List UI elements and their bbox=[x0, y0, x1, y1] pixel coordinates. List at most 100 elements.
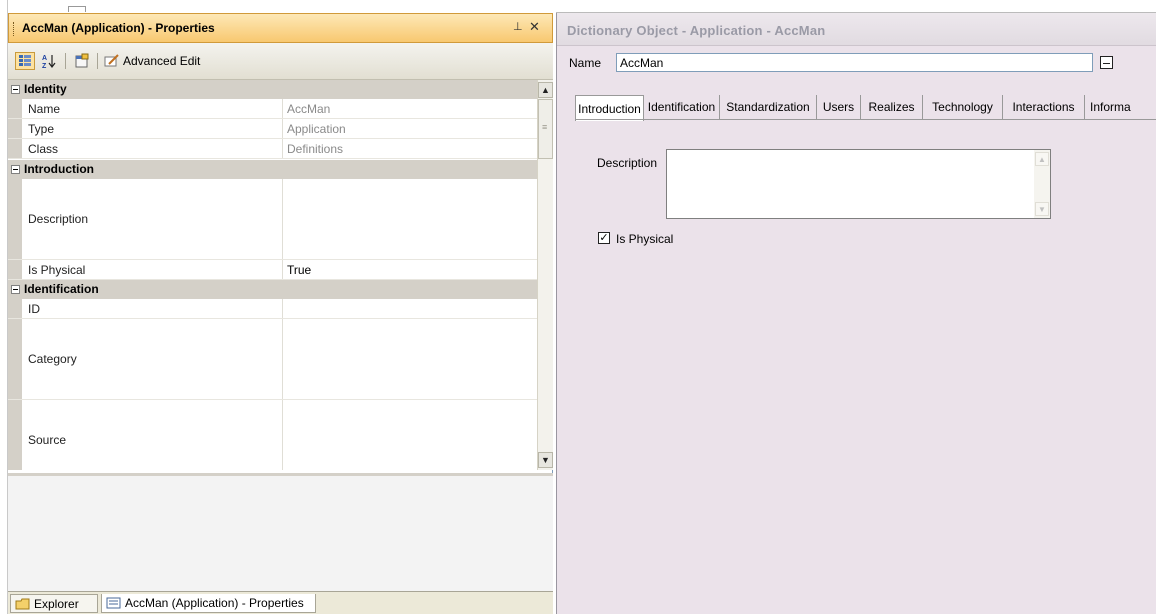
property-value[interactable] bbox=[284, 319, 537, 399]
drag-grip-icon[interactable] bbox=[13, 22, 16, 36]
name-options-button[interactable] bbox=[1100, 56, 1113, 69]
properties-titlebar[interactable]: AccMan (Application) - Properties ⊥ ✕ bbox=[8, 13, 553, 43]
property-row[interactable]: Description bbox=[8, 179, 537, 260]
property-name: Source bbox=[22, 400, 283, 470]
property-name: Type bbox=[22, 119, 283, 138]
property-grid-scrollbar[interactable]: ▲ ▼ bbox=[537, 80, 553, 470]
tab-users[interactable]: Users bbox=[817, 95, 861, 119]
property-grid: Identity Name AccMan Type Application Cl… bbox=[8, 80, 537, 470]
property-value[interactable] bbox=[284, 179, 537, 259]
tab-introduction[interactable]: Introduction bbox=[575, 95, 644, 121]
property-row[interactable]: Source bbox=[8, 400, 537, 470]
row-gutter bbox=[8, 319, 22, 399]
collapse-icon[interactable] bbox=[11, 165, 20, 174]
tab-explorer[interactable]: Explorer bbox=[10, 594, 98, 613]
properties-icon bbox=[106, 597, 121, 609]
property-value[interactable] bbox=[284, 400, 537, 470]
description-textarea[interactable]: ▲ ▼ bbox=[666, 149, 1051, 219]
property-value[interactable] bbox=[284, 299, 537, 318]
advanced-edit-label: Advanced Edit bbox=[123, 54, 201, 68]
categorized-button[interactable] bbox=[15, 52, 35, 70]
property-value[interactable]: True bbox=[284, 260, 537, 279]
tab-standardization[interactable]: Standardization bbox=[720, 95, 817, 119]
row-gutter bbox=[8, 260, 22, 279]
description-label: Description bbox=[597, 156, 658, 170]
svg-text:Z: Z bbox=[42, 63, 47, 69]
property-row[interactable]: ID bbox=[8, 299, 537, 319]
row-gutter bbox=[8, 299, 22, 318]
name-label: Name bbox=[569, 56, 602, 70]
dictionary-object-panel: Dictionary Object - Application - AccMan… bbox=[556, 13, 1156, 614]
sort-alpha-icon: A Z bbox=[42, 55, 56, 69]
property-row[interactable]: Class Definitions bbox=[8, 139, 537, 159]
tab-information[interactable]: Informa bbox=[1085, 95, 1156, 119]
property-name: Is Physical bbox=[22, 260, 283, 279]
property-row[interactable]: Is Physical True bbox=[8, 260, 537, 280]
property-name: ID bbox=[22, 299, 283, 318]
property-pages-icon bbox=[75, 53, 89, 68]
property-value[interactable]: AccMan bbox=[284, 99, 537, 118]
scroll-up-icon[interactable]: ▲ bbox=[538, 82, 553, 98]
category-identification[interactable]: Identification bbox=[8, 280, 537, 299]
tab-interactions[interactable]: Interactions bbox=[1003, 95, 1085, 119]
property-name: Description bbox=[22, 179, 283, 259]
row-gutter bbox=[8, 139, 22, 158]
property-value[interactable]: Application bbox=[284, 119, 537, 138]
tab-label: Explorer bbox=[34, 596, 79, 611]
tab-realizes[interactable]: Realizes bbox=[861, 95, 923, 119]
is-physical-checkbox[interactable]: ✓ bbox=[598, 232, 610, 244]
category-label: Introduction bbox=[24, 162, 94, 176]
row-gutter bbox=[8, 179, 22, 259]
name-input[interactable] bbox=[616, 53, 1093, 72]
properties-panel: AccMan (Application) - Properties ⊥ ✕ A … bbox=[8, 13, 553, 614]
property-row[interactable]: Category bbox=[8, 319, 537, 400]
scroll-thumb[interactable] bbox=[538, 99, 553, 159]
pin-icon[interactable]: ⊥ bbox=[513, 20, 523, 33]
dictionary-header: Dictionary Object - Application - AccMan bbox=[557, 13, 1156, 46]
background-window-strip bbox=[556, 0, 1156, 13]
property-row[interactable]: Type Application bbox=[8, 119, 537, 139]
scroll-down-icon[interactable]: ▼ bbox=[1035, 202, 1049, 216]
row-gutter bbox=[8, 119, 22, 138]
property-value[interactable]: Definitions bbox=[284, 139, 537, 158]
background-window-strip bbox=[8, 0, 553, 13]
dictionary-tabstrip: Introduction Identification Standardizat… bbox=[575, 95, 1156, 121]
properties-toolbar: A Z Advanced Edit bbox=[8, 43, 553, 80]
close-icon[interactable]: ✕ bbox=[529, 19, 540, 35]
description-scrollbar[interactable]: ▲ ▼ bbox=[1034, 150, 1050, 218]
row-gutter bbox=[8, 99, 22, 118]
svg-text:A: A bbox=[42, 55, 47, 62]
scroll-up-icon[interactable]: ▲ bbox=[1035, 152, 1049, 166]
category-label: Identification bbox=[24, 282, 99, 296]
category-introduction[interactable]: Introduction bbox=[8, 160, 537, 179]
tab-content-border bbox=[575, 119, 1156, 120]
categorized-icon bbox=[19, 55, 31, 66]
alphabetical-button[interactable]: A Z bbox=[39, 52, 59, 70]
tab-technology[interactable]: Technology bbox=[923, 95, 1003, 119]
property-pages-button[interactable] bbox=[72, 52, 92, 70]
bottom-tabstrip: Explorer AccMan (Application) - Properti… bbox=[8, 591, 553, 614]
tab-identification[interactable]: Identification bbox=[644, 95, 720, 119]
tab-label: AccMan (Application) - Properties bbox=[125, 596, 304, 610]
category-identity[interactable]: Identity bbox=[8, 80, 537, 99]
property-name: Name bbox=[22, 99, 283, 118]
tab-properties[interactable]: AccMan (Application) - Properties bbox=[101, 594, 316, 613]
is-physical-label: Is Physical bbox=[616, 232, 674, 246]
property-row[interactable]: Name AccMan bbox=[8, 99, 537, 119]
collapse-icon[interactable] bbox=[11, 85, 20, 94]
property-name: Class bbox=[22, 139, 283, 158]
row-gutter bbox=[8, 400, 22, 470]
background-window-edge bbox=[0, 0, 8, 614]
advanced-edit-button[interactable]: Advanced Edit bbox=[104, 52, 216, 70]
property-name: Category bbox=[22, 319, 283, 399]
toolbar-separator bbox=[65, 53, 66, 69]
scroll-down-icon[interactable]: ▼ bbox=[538, 452, 553, 468]
toolbar-separator bbox=[97, 53, 98, 69]
collapse-icon[interactable] bbox=[11, 285, 20, 294]
edit-pencil-icon bbox=[104, 54, 119, 67]
category-label: Identity bbox=[24, 82, 67, 96]
explorer-icon bbox=[15, 598, 30, 609]
dictionary-title: Dictionary Object - Application - AccMan bbox=[567, 23, 826, 38]
property-description-area bbox=[8, 473, 553, 591]
properties-title: AccMan (Application) - Properties bbox=[22, 21, 215, 35]
